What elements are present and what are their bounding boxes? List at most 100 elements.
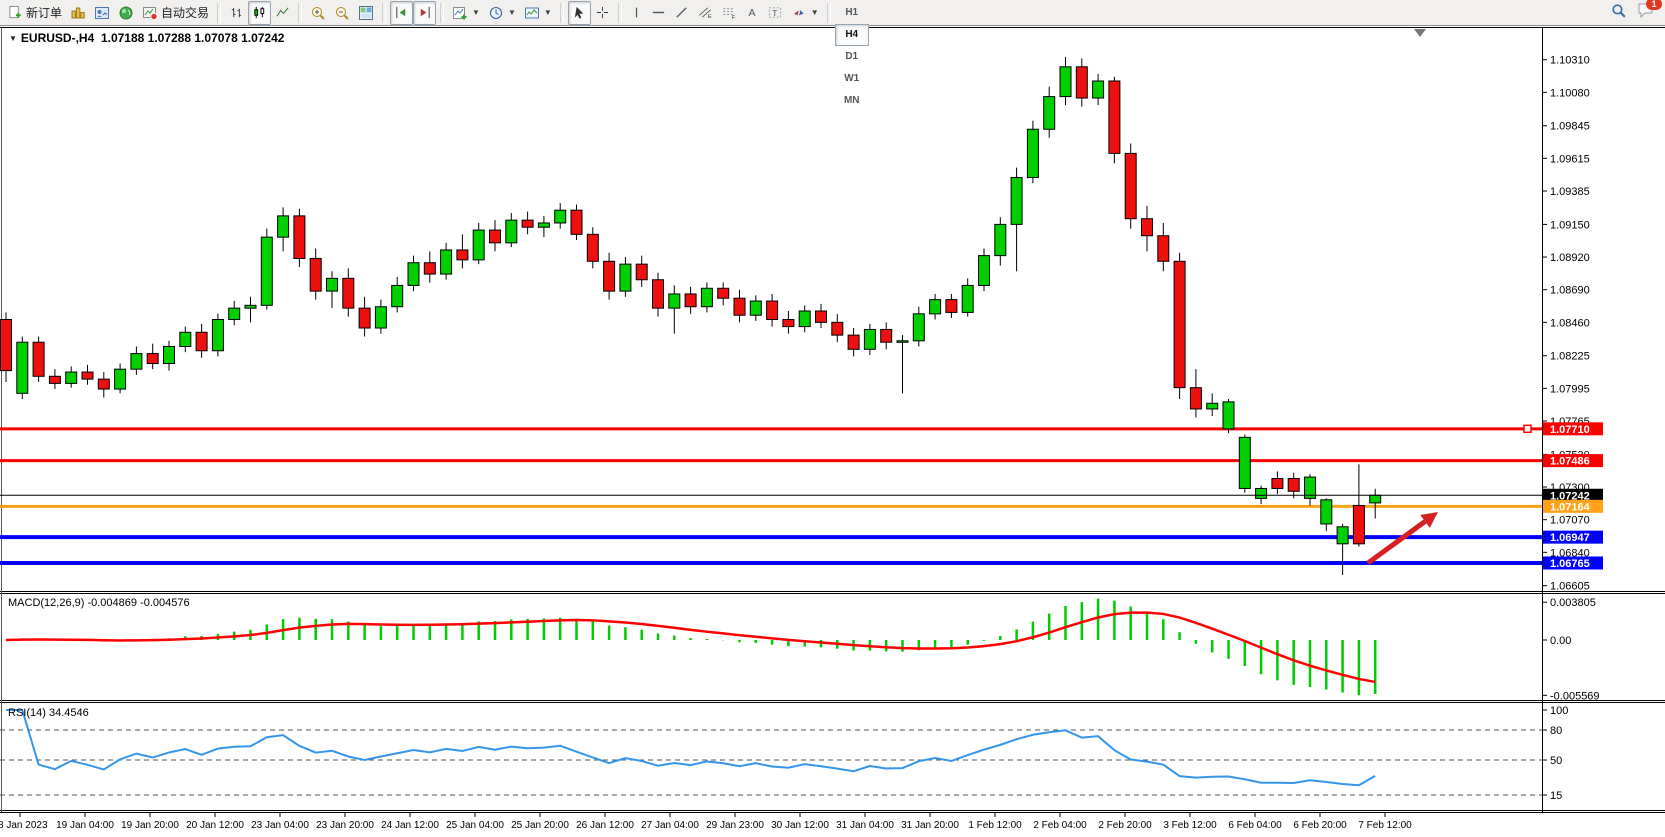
svg-text:26 Jan 12:00: 26 Jan 12:00 bbox=[576, 820, 634, 831]
chart-canvas[interactable]: 1.103101.100801.098451.096151.093851.091… bbox=[0, 0, 1665, 837]
line-chart-button[interactable] bbox=[271, 1, 294, 25]
candlestick-chart-icon bbox=[252, 5, 267, 20]
new-chart-button[interactable]: ▼ bbox=[448, 1, 484, 25]
svg-text:1.07164: 1.07164 bbox=[1550, 501, 1591, 513]
auto-trading-icon bbox=[142, 5, 158, 21]
svg-text:T: T bbox=[772, 8, 777, 18]
new-order-button[interactable]: 新订单 bbox=[4, 1, 66, 25]
trendline-icon bbox=[674, 5, 689, 20]
svg-text:1.09385: 1.09385 bbox=[1550, 186, 1590, 198]
fibonacci-button[interactable]: F bbox=[717, 1, 741, 25]
toolbar-separator bbox=[827, 3, 831, 23]
candlestick-chart-button[interactable] bbox=[248, 1, 271, 25]
svg-text:1.07486: 1.07486 bbox=[1550, 456, 1590, 468]
macd-histogram bbox=[6, 599, 1375, 696]
zoom-in-button[interactable] bbox=[306, 1, 330, 25]
svg-text:1.06605: 1.06605 bbox=[1550, 581, 1590, 593]
charts-button[interactable] bbox=[66, 1, 90, 25]
svg-text:1.09150: 1.09150 bbox=[1550, 219, 1590, 231]
vertical-line-button[interactable] bbox=[626, 1, 647, 25]
notification-badge: 1 bbox=[1646, 0, 1662, 10]
macd-indicator-label: MACD(12,26,9) -0.004869 -0.004576 bbox=[8, 597, 190, 609]
tile-windows-button[interactable] bbox=[354, 1, 378, 25]
zoom-out-button[interactable] bbox=[330, 1, 354, 25]
timeframe-W1[interactable]: W1 bbox=[835, 68, 869, 90]
data-window-button[interactable] bbox=[114, 1, 138, 25]
toolbar-separator bbox=[217, 3, 221, 23]
timeframe-D1[interactable]: D1 bbox=[835, 46, 869, 68]
rsi-axis[interactable]: 100805015 bbox=[1542, 705, 1568, 802]
svg-text:19 Jan 04:00: 19 Jan 04:00 bbox=[56, 820, 114, 831]
new-order-icon bbox=[8, 5, 23, 20]
resistance-line-1-handle[interactable] bbox=[1524, 425, 1531, 432]
cursor-icon bbox=[572, 5, 587, 20]
auto-scroll-button[interactable] bbox=[413, 1, 436, 25]
rsi-indicator-label: RSI(14) 34.4546 bbox=[8, 707, 89, 719]
toolbar-separator bbox=[440, 3, 444, 23]
svg-text:20 Jan 12:00: 20 Jan 12:00 bbox=[186, 820, 244, 831]
svg-text:25 Jan 20:00: 25 Jan 20:00 bbox=[511, 820, 569, 831]
crosshair-button[interactable] bbox=[591, 1, 614, 25]
svg-text:E: E bbox=[708, 14, 712, 20]
chart-title: ▼EURUSD-,H4 1.07188 1.07288 1.07078 1.07… bbox=[9, 31, 284, 45]
horizontal-line-icon bbox=[651, 5, 666, 20]
svg-text:1.10080: 1.10080 bbox=[1550, 87, 1590, 99]
text-icon: A bbox=[745, 5, 759, 20]
green-orb-icon bbox=[118, 5, 134, 21]
svg-text:A: A bbox=[748, 7, 755, 19]
new-chart-icon bbox=[452, 5, 468, 21]
svg-text:80: 80 bbox=[1550, 725, 1562, 737]
chevron-down-icon: ▼ bbox=[472, 8, 480, 17]
svg-text:1.06947: 1.06947 bbox=[1550, 532, 1590, 544]
svg-text:1.09615: 1.09615 bbox=[1550, 153, 1590, 165]
search-icon[interactable] bbox=[1610, 2, 1627, 24]
period-button[interactable]: ▼ bbox=[484, 1, 520, 25]
svg-text:2 Feb 04:00: 2 Feb 04:00 bbox=[1033, 820, 1087, 831]
timeframe-H1[interactable]: H1 bbox=[835, 2, 869, 24]
rsi-line bbox=[6, 710, 1375, 785]
template-button[interactable]: ▼ bbox=[520, 1, 556, 25]
svg-text:1.07995: 1.07995 bbox=[1550, 383, 1590, 395]
chart-ohlc-values: 1.07188 1.07288 1.07078 1.07242 bbox=[101, 31, 285, 45]
auto-scroll-icon bbox=[417, 5, 432, 20]
trendline-button[interactable] bbox=[670, 1, 693, 25]
svg-text:31 Jan 20:00: 31 Jan 20:00 bbox=[901, 820, 959, 831]
svg-text:24 Jan 12:00: 24 Jan 12:00 bbox=[381, 820, 439, 831]
notifications-button[interactable]: 1 bbox=[1637, 2, 1655, 23]
arrows-button[interactable]: ▼ bbox=[787, 1, 823, 25]
macd-axis[interactable]: 0.0038050.00-0.005569 bbox=[1542, 597, 1600, 702]
svg-text:1.06765: 1.06765 bbox=[1550, 558, 1590, 570]
mt4-window: 新订单 自动交易 bbox=[0, 0, 1665, 837]
svg-text:6 Feb 04:00: 6 Feb 04:00 bbox=[1228, 820, 1282, 831]
symbol-dropdown-icon[interactable]: ▼ bbox=[9, 34, 17, 43]
text-label-button[interactable]: T bbox=[763, 1, 787, 25]
svg-text:31 Jan 04:00: 31 Jan 04:00 bbox=[836, 820, 894, 831]
profile-button[interactable] bbox=[90, 1, 114, 25]
zoom-in-icon bbox=[310, 5, 326, 21]
time-axis[interactable]: 18 Jan 202319 Jan 04:0019 Jan 20:0020 Ja… bbox=[0, 812, 1412, 831]
svg-text:1.10310: 1.10310 bbox=[1550, 55, 1590, 67]
equidistant-channel-button[interactable]: E bbox=[693, 1, 717, 25]
svg-text:7 Feb 12:00: 7 Feb 12:00 bbox=[1358, 820, 1412, 831]
timeframe-H4[interactable]: H4 bbox=[835, 24, 869, 46]
timeframe-MN[interactable]: MN bbox=[835, 90, 869, 112]
chart-shift-marker[interactable] bbox=[1414, 29, 1426, 37]
arrows-icon bbox=[791, 5, 807, 20]
bar-chart-button[interactable] bbox=[225, 1, 248, 25]
line-chart-icon bbox=[275, 5, 290, 20]
svg-text:29 Jan 23:00: 29 Jan 23:00 bbox=[706, 820, 764, 831]
horizontal-line-button[interactable] bbox=[647, 1, 670, 25]
svg-text:23 Jan 04:00: 23 Jan 04:00 bbox=[251, 820, 309, 831]
svg-text:6 Feb 20:00: 6 Feb 20:00 bbox=[1293, 820, 1347, 831]
text-button[interactable]: A bbox=[741, 1, 763, 25]
svg-text:1.07070: 1.07070 bbox=[1550, 515, 1590, 527]
crosshair-icon bbox=[595, 5, 610, 20]
svg-text:25 Jan 04:00: 25 Jan 04:00 bbox=[446, 820, 504, 831]
chart-shift-button[interactable] bbox=[390, 1, 413, 25]
pane-borders bbox=[0, 27, 1665, 813]
auto-trading-button[interactable]: 自动交易 bbox=[138, 1, 213, 25]
template-icon bbox=[524, 5, 540, 21]
timeframe-group: M1M5M15M30H1H4D1W1MN bbox=[835, 0, 869, 112]
cursor-button[interactable] bbox=[568, 1, 591, 25]
svg-text:1.08690: 1.08690 bbox=[1550, 285, 1590, 297]
